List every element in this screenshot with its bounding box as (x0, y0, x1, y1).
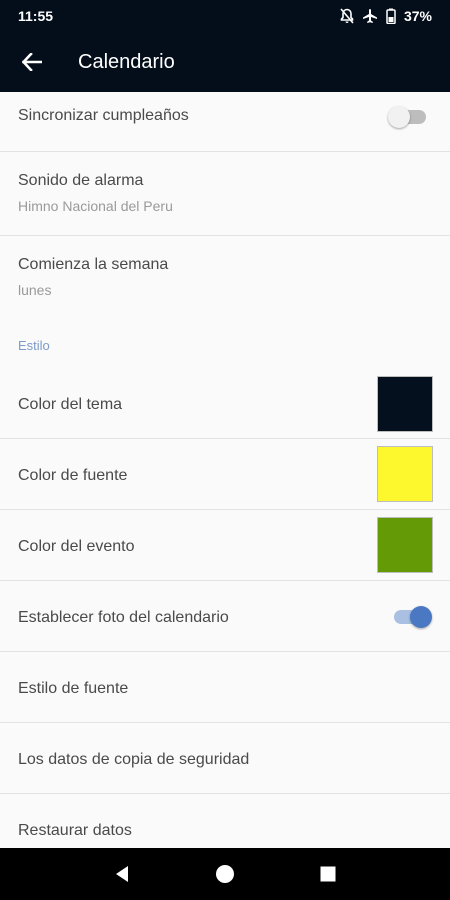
setting-label: Restaurar datos (18, 822, 132, 839)
home-circle-icon (215, 865, 234, 883)
event-color-swatch[interactable] (377, 517, 433, 573)
setting-label: Color del evento (18, 538, 135, 555)
nav-recents-button[interactable] (308, 854, 348, 894)
setting-label: Comienza la semana (18, 256, 169, 273)
notifications-off-icon (340, 8, 354, 24)
status-bar: 11:55 37% (0, 0, 450, 32)
setting-label: Estilo de fuente (18, 680, 129, 697)
app-bar: Calendario (0, 32, 450, 92)
setting-calendar-photo[interactable]: Establecer foto del calendario (0, 581, 450, 652)
sync-birthdays-toggle[interactable] (388, 105, 430, 129)
section-header-style: Estilo (18, 338, 50, 353)
nav-back-button[interactable] (102, 854, 142, 894)
setting-label: Los datos de copia de seguridad (18, 751, 250, 768)
theme-color-swatch[interactable] (377, 376, 433, 432)
setting-value: lunes (18, 282, 52, 298)
setting-label: Sincronizar cumpleaños (18, 107, 189, 124)
setting-label: Color de fuente (18, 467, 128, 484)
toggle-thumb (388, 106, 410, 128)
setting-label: Color del tema (18, 396, 123, 413)
nav-home-button[interactable] (205, 854, 245, 894)
font-color-swatch[interactable] (377, 446, 433, 502)
battery-icon (386, 8, 396, 24)
setting-sync-birthdays[interactable]: Sincronizar cumpleaños (0, 92, 450, 152)
setting-backup[interactable]: Los datos de copia de seguridad (0, 723, 450, 794)
back-button[interactable] (12, 42, 52, 82)
airplane-mode-icon (362, 8, 378, 24)
setting-label: Establecer foto del calendario (18, 609, 229, 626)
setting-font-style[interactable]: Estilo de fuente (0, 652, 450, 723)
setting-event-color[interactable]: Color del evento (0, 510, 450, 581)
setting-font-color[interactable]: Color de fuente (0, 439, 450, 510)
setting-label: Sonido de alarma (18, 172, 144, 189)
battery-percentage: 37% (403, 8, 432, 24)
setting-alarm-sound[interactable]: Sonido de alarma Himno Nacional del Peru (0, 152, 450, 236)
settings-list: Sincronizar cumpleaños Sonido de alarma … (0, 92, 450, 848)
setting-week-start[interactable]: Comienza la semana lunes (0, 236, 450, 326)
recents-square-icon (320, 866, 336, 882)
setting-restore[interactable]: Restaurar datos (0, 794, 450, 848)
calendar-photo-toggle[interactable] (390, 605, 432, 629)
setting-theme-color[interactable]: Color del tema (0, 368, 450, 439)
arrow-back-icon (22, 53, 42, 71)
setting-value: Himno Nacional del Peru (18, 198, 173, 214)
status-time: 11:55 (18, 8, 54, 24)
back-triangle-icon (115, 866, 128, 882)
system-nav-bar (0, 848, 450, 900)
status-icons: 37% (340, 8, 432, 24)
toggle-thumb (410, 606, 432, 628)
page-title: Calendario (78, 50, 175, 73)
